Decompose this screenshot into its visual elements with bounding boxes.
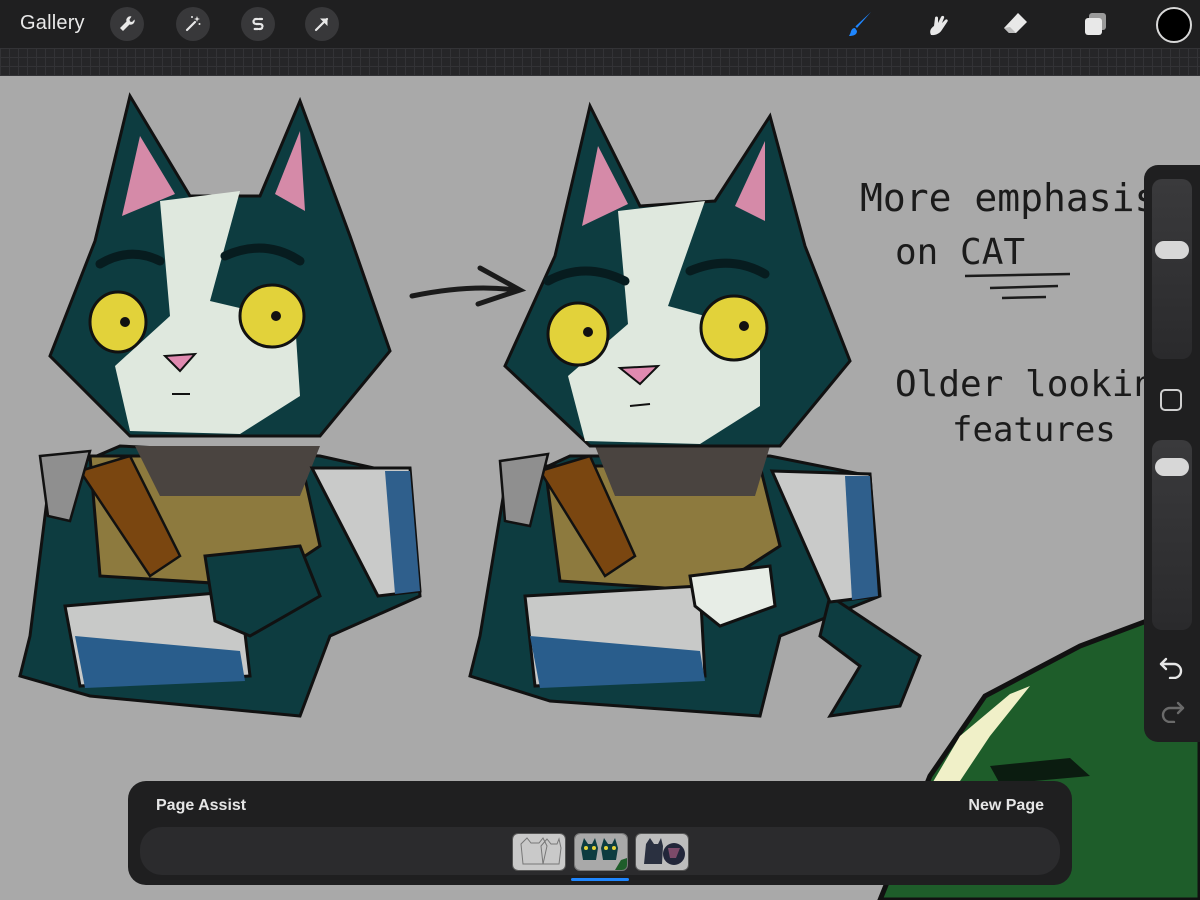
note-line-3: Older looking	[895, 364, 1177, 405]
wrench-icon[interactable]	[110, 7, 144, 41]
color-swatch-button[interactable]	[1156, 7, 1192, 43]
modify-button[interactable]	[1160, 389, 1182, 411]
page-assist-title: Page Assist	[156, 797, 247, 814]
handwritten-notes: More emphasis on CAT Older looking featu…	[860, 176, 1177, 450]
brush-size-slider[interactable]	[1152, 179, 1192, 359]
page-thumbnail-active[interactable]	[574, 833, 628, 871]
brush-size-thumb[interactable]	[1155, 241, 1189, 259]
page-thumbnail[interactable]	[635, 833, 689, 871]
drawing-canvas[interactable]: More emphasis on CAT Older looking featu…	[0, 76, 1200, 900]
selection-s-icon[interactable]	[241, 7, 275, 41]
transform-arrow-icon[interactable]	[305, 7, 339, 41]
magic-wand-icon[interactable]	[176, 7, 210, 41]
canvas-ruler	[0, 48, 1200, 76]
arrow-sketch	[409, 265, 527, 307]
eraser-icon[interactable]	[998, 7, 1034, 41]
page-assist-panel: Page Assist New Page	[128, 781, 1072, 885]
new-page-button[interactable]: New Page	[968, 797, 1044, 815]
page-thumbnail[interactable]	[512, 833, 566, 871]
note-line-4: features	[952, 410, 1116, 450]
opacity-slider[interactable]	[1152, 440, 1192, 630]
brush-icon[interactable]	[842, 7, 878, 41]
active-page-indicator	[571, 878, 629, 881]
gallery-button[interactable]: Gallery	[20, 12, 85, 35]
opacity-thumb[interactable]	[1155, 458, 1189, 476]
note-line-1: More emphasis	[860, 176, 1157, 220]
artwork: More emphasis on CAT Older looking featu…	[18, 92, 1200, 900]
redo-icon[interactable]	[1158, 697, 1186, 723]
cat-sketch-right	[468, 101, 922, 718]
cat-sketch-left	[18, 92, 422, 718]
top-toolbar: Gallery	[0, 0, 1200, 48]
layers-icon[interactable]	[1077, 7, 1113, 41]
undo-icon[interactable]	[1158, 653, 1186, 679]
smudge-icon[interactable]	[920, 7, 956, 41]
side-slider-panel	[1144, 165, 1200, 742]
note-line-2: on CAT	[895, 232, 1025, 273]
